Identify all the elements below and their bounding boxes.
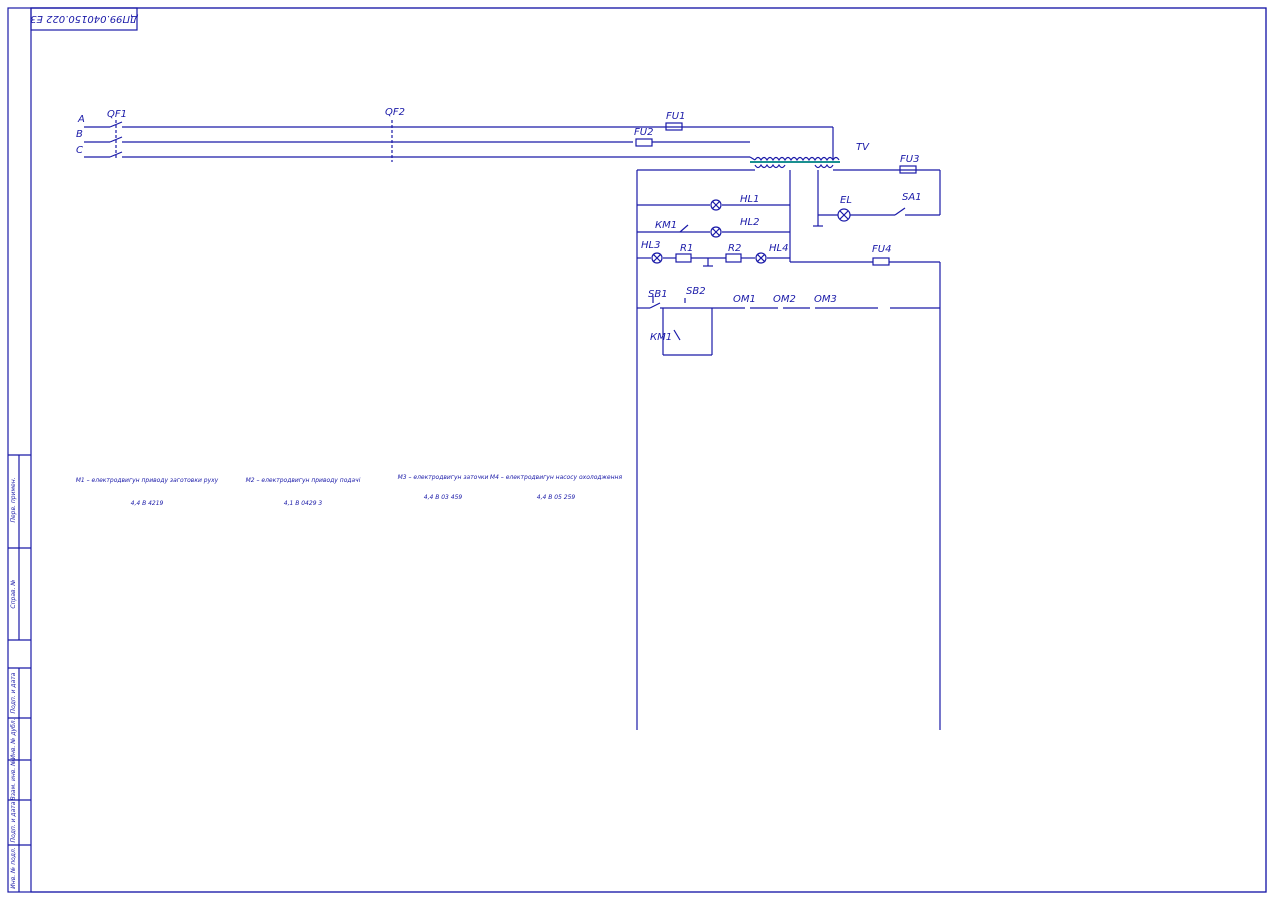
lamp-hl1: HL1 <box>710 194 759 211</box>
motor-m3-power: 4,4 В 03 459 <box>424 494 463 501</box>
lamp-hl4-label: HL4 <box>769 243 788 254</box>
transformer-tv-label: TV <box>856 142 870 153</box>
fuse-fu4-label: FU4 <box>872 244 891 255</box>
lamp-el: EL <box>837 195 852 222</box>
top-code-box: ДП99.040150.022 Е3 <box>30 7 139 31</box>
relay-om1-label: ОМ1 <box>733 294 756 305</box>
fuse-fu2: FU2 <box>634 127 653 147</box>
side-strip-label-4: Инв. № дубл. <box>10 718 17 759</box>
relay-om3-label: ОМ3 <box>814 294 837 305</box>
lamp-hl3: HL3 <box>641 240 663 264</box>
km1-aux-label: КМ1 <box>655 220 677 231</box>
fuse-fu2-label: FU2 <box>634 127 653 138</box>
side-strip: Перв. примен. Справ. № Подп. и дата Инв.… <box>8 454 31 892</box>
side-strip-label-6: Подп. и дата <box>10 801 17 842</box>
motor-m2-power: 4,1 В 0429 3 <box>284 500 323 507</box>
switch-sa1: SA1 <box>894 192 922 216</box>
motor-m2-caption: М2 – електродвигун приводу подачі <box>246 477 361 484</box>
fuse-fu4: FU4 <box>872 244 891 266</box>
relay-om2-label: ОМ2 <box>773 294 796 305</box>
km1-aux-contact: КМ1 <box>655 220 689 233</box>
motor-m1-caption: М1 – електродвигун приводу заготовки рух… <box>76 477 219 484</box>
breaker-qf1-label: QF1 <box>107 109 127 120</box>
relay-om2: ОМ2 <box>773 294 796 305</box>
side-strip-label-2: Справ. № <box>10 579 17 608</box>
breaker-qf2-label: QF2 <box>385 107 405 118</box>
top-code: ДП99.040150.022 Е3 <box>30 13 139 24</box>
phase-c-label: С <box>76 145 83 156</box>
lamp-hl4: HL4 <box>755 243 788 264</box>
motor-m3-caption: М3 – електродвигун заточки <box>398 474 489 481</box>
fuse-fu3-label: FU3 <box>900 154 919 165</box>
switch-sa1-label: SA1 <box>902 192 922 203</box>
resistor-r1-label: R1 <box>680 243 693 254</box>
resistor-r1: R1 <box>675 243 693 263</box>
resistor-r2-label: R2 <box>728 243 741 254</box>
power-circuit: А В С QF1 QF2 М1 – електродвигун приводу… <box>76 107 834 507</box>
button-sb1-label: SB1 <box>648 289 668 300</box>
side-strip-label-7: Инв. № подл. <box>10 847 17 888</box>
button-sb2-label: SB2 <box>686 286 706 297</box>
lamp-hl2: HL2 <box>710 217 759 238</box>
button-sb2: SB2 <box>680 286 706 309</box>
lamp-hl3-label: HL3 <box>641 240 660 251</box>
lamp-hl1-label: HL1 <box>740 194 759 205</box>
breaker-qf2: QF2 <box>385 107 405 162</box>
lamp-el-label: EL <box>840 195 852 206</box>
motor-m4-caption: М4 – електродвигун насосу охолодження <box>490 474 623 481</box>
ground-symbol <box>813 222 823 227</box>
side-strip-label-5: Взам. инв. № <box>10 760 17 801</box>
side-strip-label-1: Перв. примен. <box>10 477 17 522</box>
phase-a-label: А <box>77 114 85 125</box>
side-strip-label-3: Подп. и дата <box>10 672 17 713</box>
resistor-r2: R2 <box>725 243 742 263</box>
motor-m1-power: 4,4 В 4219 <box>131 500 164 507</box>
relay-om1: ОМ1 <box>733 294 756 305</box>
km1-self-hold-label: КМ1 <box>650 332 672 343</box>
motor-m4-power: 4,4 В 05 259 <box>537 494 576 501</box>
button-sb1: SB1 <box>648 289 668 309</box>
schematic-sheet: ДП99.040150.022 Е3 Перв. примен. Справ. … <box>7 7 1267 893</box>
inner-frame <box>30 7 1267 893</box>
km1-self-hold: КМ1 <box>650 308 713 356</box>
breaker-qf1: QF1 <box>107 109 127 160</box>
phase-b-label: В <box>76 129 83 140</box>
lamp-hl2-label: HL2 <box>740 217 759 228</box>
fuse-fu1-label: FU1 <box>666 111 685 122</box>
relay-om3: ОМ3 <box>814 294 837 305</box>
control-circuit: HL1 КМ1 HL2 HL3 R1 R2 HL4 EL SA1 FU3 FU4… <box>636 154 941 730</box>
